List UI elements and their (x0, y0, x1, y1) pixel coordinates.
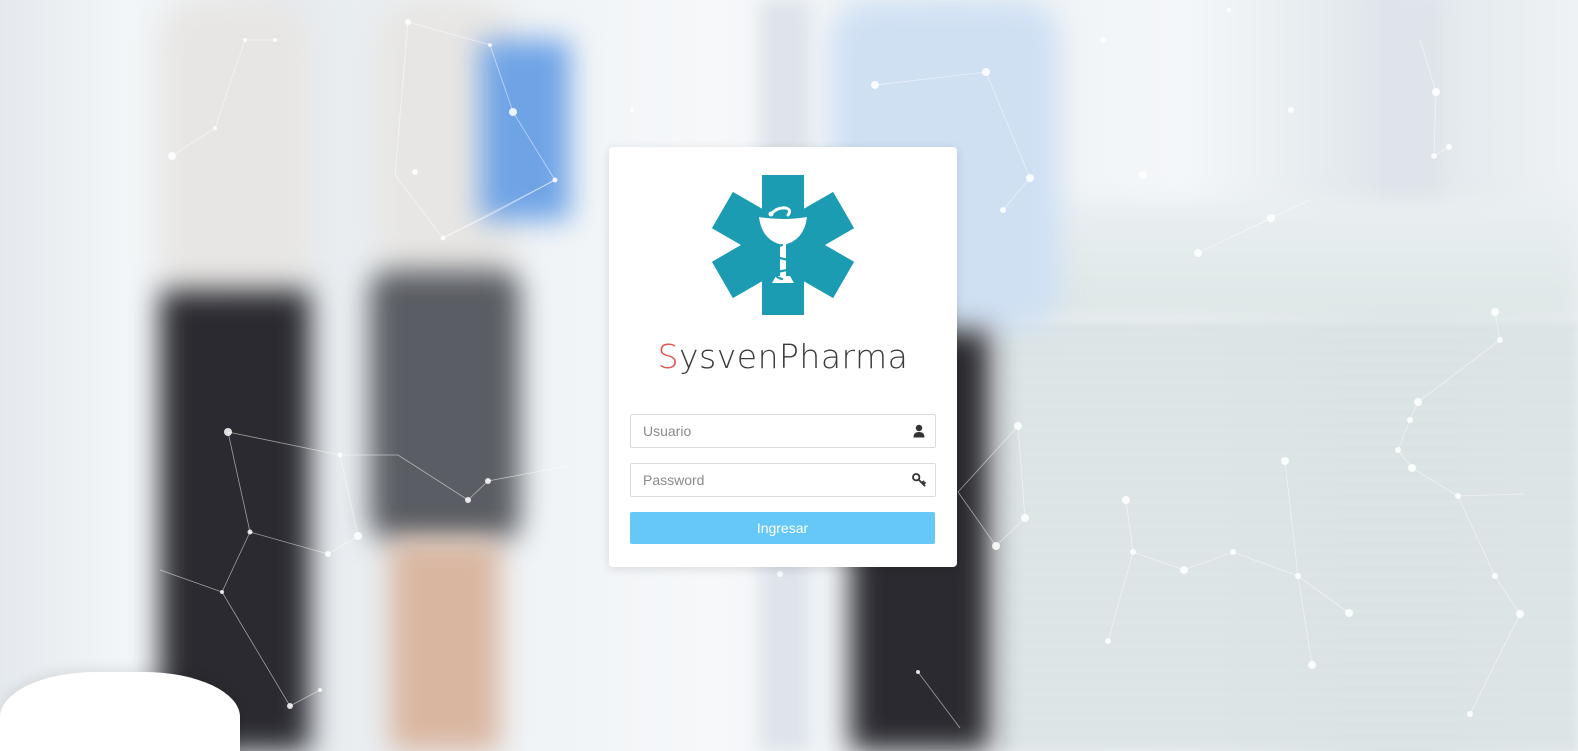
password-field[interactable] (630, 463, 936, 497)
login-button[interactable]: Ingresar (630, 512, 935, 544)
brand-name-rest: ysvenPharma (679, 337, 909, 376)
username-input[interactable] (631, 415, 935, 447)
brand-first-letter: S (657, 337, 680, 376)
login-card: SysvenPharma Ingresar (609, 147, 957, 567)
brand-name: SysvenPharma (609, 337, 957, 376)
star-of-life-caduceus-icon (712, 175, 854, 315)
password-input[interactable] (631, 464, 935, 496)
user-icon (913, 424, 925, 438)
username-field[interactable] (630, 414, 936, 448)
key-icon (912, 473, 926, 487)
